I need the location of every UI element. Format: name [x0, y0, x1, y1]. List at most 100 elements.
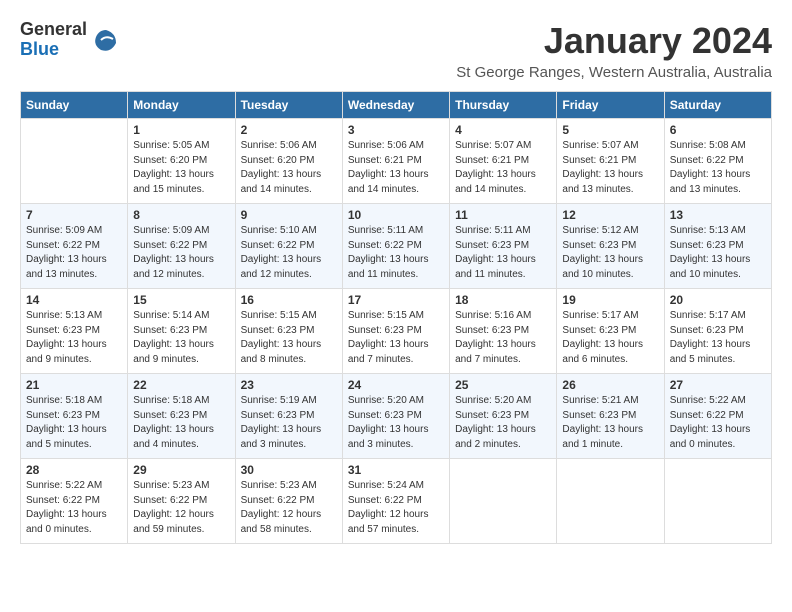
day-number: 22	[133, 378, 229, 392]
day-info: Sunrise: 5:13 AM Sunset: 6:23 PM Dayligh…	[670, 224, 766, 282]
calendar-week-2: 7 Sunrise: 5:09 AM Sunset: 6:22 PM Daylig…	[21, 204, 772, 289]
day-number: 27	[670, 378, 766, 392]
calendar-cell	[21, 119, 128, 204]
day-number: 25	[455, 378, 551, 392]
day-number: 24	[348, 378, 444, 392]
calendar-cell: 26 Sunrise: 5:21 AM Sunset: 6:23 PM Dayli…	[557, 374, 664, 459]
calendar-table: SundayMondayTuesdayWednesdayThursdayFrid…	[20, 91, 772, 544]
day-info: Sunrise: 5:17 AM Sunset: 6:23 PM Dayligh…	[670, 309, 766, 367]
day-number: 31	[348, 463, 444, 477]
day-number: 15	[133, 293, 229, 307]
logo-blue: Blue	[20, 39, 59, 59]
day-number: 17	[348, 293, 444, 307]
day-info: Sunrise: 5:21 AM Sunset: 6:23 PM Dayligh…	[562, 394, 658, 452]
calendar-cell: 8 Sunrise: 5:09 AM Sunset: 6:22 PM Daylig…	[128, 204, 235, 289]
day-info: Sunrise: 5:15 AM Sunset: 6:23 PM Dayligh…	[348, 309, 444, 367]
day-number: 12	[562, 208, 658, 222]
day-number: 5	[562, 123, 658, 137]
logo-icon	[91, 25, 121, 55]
header-friday: Friday	[557, 92, 664, 119]
day-number: 4	[455, 123, 551, 137]
day-info: Sunrise: 5:09 AM Sunset: 6:22 PM Dayligh…	[26, 224, 122, 282]
calendar-cell: 22 Sunrise: 5:18 AM Sunset: 6:23 PM Dayli…	[128, 374, 235, 459]
day-number: 10	[348, 208, 444, 222]
logo: General Blue	[20, 20, 121, 60]
header-tuesday: Tuesday	[235, 92, 342, 119]
day-info: Sunrise: 5:20 AM Sunset: 6:23 PM Dayligh…	[455, 394, 551, 452]
calendar-cell: 29Sunrise: 5:23 AM Sunset: 6:22 PM Dayli…	[128, 459, 235, 544]
calendar-cell: 6Sunrise: 5:08 AM Sunset: 6:22 PM Daylig…	[664, 119, 771, 204]
calendar-cell: 14Sunrise: 5:13 AM Sunset: 6:23 PM Dayli…	[21, 289, 128, 374]
calendar-cell: 27Sunrise: 5:22 AM Sunset: 6:22 PM Dayli…	[664, 374, 771, 459]
header-monday: Monday	[128, 92, 235, 119]
day-info: Sunrise: 5:11 AM Sunset: 6:22 PM Dayligh…	[348, 224, 444, 282]
day-info: Sunrise: 5:06 AM Sunset: 6:20 PM Dayligh…	[241, 139, 337, 197]
page-header: General Blue January 2024 St George Rang…	[20, 20, 772, 81]
calendar-cell: 9 Sunrise: 5:10 AM Sunset: 6:22 PM Daylig…	[235, 204, 342, 289]
day-number: 19	[562, 293, 658, 307]
day-info: Sunrise: 5:08 AM Sunset: 6:22 PM Dayligh…	[670, 139, 766, 197]
day-info: Sunrise: 5:07 AM Sunset: 6:21 PM Dayligh…	[455, 139, 551, 197]
calendar-cell: 20 Sunrise: 5:17 AM Sunset: 6:23 PM Dayli…	[664, 289, 771, 374]
day-number: 28	[26, 463, 122, 477]
day-number: 21	[26, 378, 122, 392]
day-number: 14	[26, 293, 122, 307]
calendar-cell: 15 Sunrise: 5:14 AM Sunset: 6:23 PM Dayli…	[128, 289, 235, 374]
day-info: Sunrise: 5:15 AM Sunset: 6:23 PM Dayligh…	[241, 309, 337, 367]
day-info: Sunrise: 5:20 AM Sunset: 6:23 PM Dayligh…	[348, 394, 444, 452]
day-number: 9	[241, 208, 337, 222]
calendar-cell: 21 Sunrise: 5:18 AM Sunset: 6:23 PM Dayli…	[21, 374, 128, 459]
day-info: Sunrise: 5:11 AM Sunset: 6:23 PM Dayligh…	[455, 224, 551, 282]
calendar-cell: 24 Sunrise: 5:20 AM Sunset: 6:23 PM Dayli…	[342, 374, 449, 459]
day-info: Sunrise: 5:05 AM Sunset: 6:20 PM Dayligh…	[133, 139, 229, 197]
calendar-cell	[664, 459, 771, 544]
day-number: 1	[133, 123, 229, 137]
calendar-cell: 18 Sunrise: 5:16 AM Sunset: 6:23 PM Dayli…	[450, 289, 557, 374]
day-info: Sunrise: 5:12 AM Sunset: 6:23 PM Dayligh…	[562, 224, 658, 282]
calendar-week-4: 21 Sunrise: 5:18 AM Sunset: 6:23 PM Dayli…	[21, 374, 772, 459]
day-number: 23	[241, 378, 337, 392]
calendar-cell: 30Sunrise: 5:23 AM Sunset: 6:22 PM Dayli…	[235, 459, 342, 544]
day-info: Sunrise: 5:18 AM Sunset: 6:23 PM Dayligh…	[26, 394, 122, 452]
calendar-cell: 19 Sunrise: 5:17 AM Sunset: 6:23 PM Dayli…	[557, 289, 664, 374]
day-number: 20	[670, 293, 766, 307]
day-info: Sunrise: 5:09 AM Sunset: 6:22 PM Dayligh…	[133, 224, 229, 282]
day-info: Sunrise: 5:16 AM Sunset: 6:23 PM Dayligh…	[455, 309, 551, 367]
calendar-cell: 17 Sunrise: 5:15 AM Sunset: 6:23 PM Dayli…	[342, 289, 449, 374]
day-info: Sunrise: 5:24 AM Sunset: 6:22 PM Dayligh…	[348, 479, 444, 537]
day-number: 26	[562, 378, 658, 392]
main-title: January 2024	[456, 20, 772, 62]
day-number: 18	[455, 293, 551, 307]
day-info: Sunrise: 5:17 AM Sunset: 6:23 PM Dayligh…	[562, 309, 658, 367]
calendar-week-5: 28Sunrise: 5:22 AM Sunset: 6:22 PM Dayli…	[21, 459, 772, 544]
day-number: 16	[241, 293, 337, 307]
day-info: Sunrise: 5:06 AM Sunset: 6:21 PM Dayligh…	[348, 139, 444, 197]
calendar-cell: 23Sunrise: 5:19 AM Sunset: 6:23 PM Dayli…	[235, 374, 342, 459]
header-thursday: Thursday	[450, 92, 557, 119]
header-wednesday: Wednesday	[342, 92, 449, 119]
header-sunday: Sunday	[21, 92, 128, 119]
day-number: 7	[26, 208, 122, 222]
calendar-week-3: 14Sunrise: 5:13 AM Sunset: 6:23 PM Dayli…	[21, 289, 772, 374]
header-saturday: Saturday	[664, 92, 771, 119]
logo-general: General	[20, 19, 87, 39]
day-info: Sunrise: 5:10 AM Sunset: 6:22 PM Dayligh…	[241, 224, 337, 282]
calendar-cell: 3Sunrise: 5:06 AM Sunset: 6:21 PM Daylig…	[342, 119, 449, 204]
calendar-header-row: SundayMondayTuesdayWednesdayThursdayFrid…	[21, 92, 772, 119]
calendar-cell: 11Sunrise: 5:11 AM Sunset: 6:23 PM Dayli…	[450, 204, 557, 289]
day-info: Sunrise: 5:14 AM Sunset: 6:23 PM Dayligh…	[133, 309, 229, 367]
day-number: 29	[133, 463, 229, 477]
calendar-cell: 7 Sunrise: 5:09 AM Sunset: 6:22 PM Daylig…	[21, 204, 128, 289]
day-number: 30	[241, 463, 337, 477]
day-number: 13	[670, 208, 766, 222]
calendar-cell	[557, 459, 664, 544]
calendar-cell: 25 Sunrise: 5:20 AM Sunset: 6:23 PM Dayli…	[450, 374, 557, 459]
calendar-cell: 31 Sunrise: 5:24 AM Sunset: 6:22 PM Dayli…	[342, 459, 449, 544]
day-info: Sunrise: 5:07 AM Sunset: 6:21 PM Dayligh…	[562, 139, 658, 197]
subtitle: St George Ranges, Western Australia, Aus…	[456, 64, 772, 81]
day-number: 8	[133, 208, 229, 222]
calendar-cell: 13 Sunrise: 5:13 AM Sunset: 6:23 PM Dayli…	[664, 204, 771, 289]
day-number: 2	[241, 123, 337, 137]
day-info: Sunrise: 5:18 AM Sunset: 6:23 PM Dayligh…	[133, 394, 229, 452]
title-block: January 2024 St George Ranges, Western A…	[456, 20, 772, 81]
